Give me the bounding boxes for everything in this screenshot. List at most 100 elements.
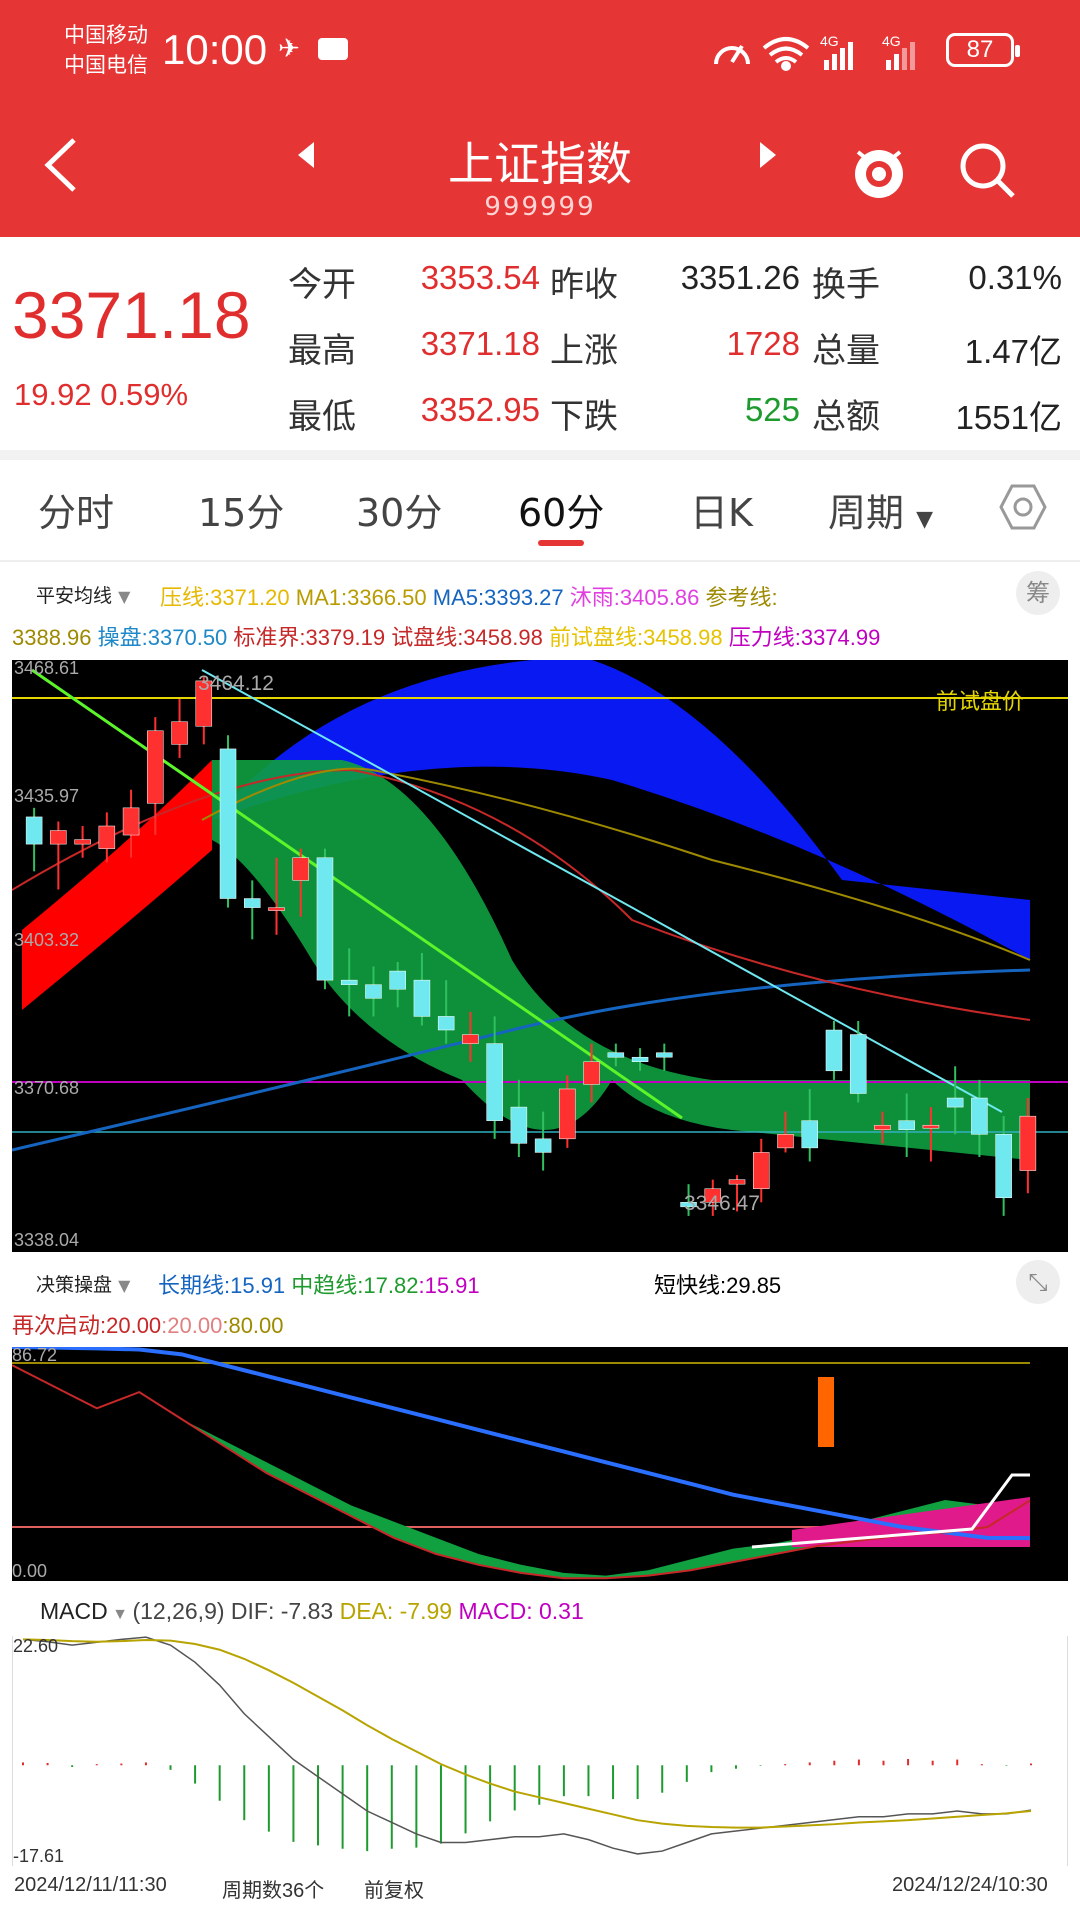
- decision-lines-group: [12, 1347, 1031, 1580]
- decision-indicator-selector[interactable]: 决策操盘 ▼: [36, 1270, 130, 1297]
- y-label-4: 3370.68: [14, 1078, 80, 1098]
- macd-name: MACD: [40, 1598, 108, 1624]
- tab-15min[interactable]: 15分: [198, 482, 284, 537]
- next-stock-button[interactable]: [756, 140, 780, 178]
- candle-body: [946, 1097, 964, 1108]
- macd-dea: DEA: -7.99: [339, 1598, 453, 1624]
- legend-restart-v3: :80.00: [222, 1313, 284, 1338]
- candle-body: [874, 1124, 891, 1131]
- svg-text:4G: 4G: [820, 33, 839, 49]
- y-label-top: 3468.61: [14, 658, 80, 678]
- candle-body: [583, 1061, 600, 1085]
- bottom-bar: 2024/12/11/11:30 周期数36个 前复权 2024/12/24/1…: [0, 1866, 1080, 1906]
- tab-30min[interactable]: 30分: [356, 482, 442, 537]
- macd-selector[interactable]: MACD ▼: [40, 1598, 132, 1624]
- candle-body: [728, 1179, 746, 1185]
- hexagon-settings-icon: [999, 484, 1047, 530]
- legend-prev-trial-line: 前试盘线:3458.98: [548, 625, 723, 650]
- app-badge-icon: [318, 38, 348, 60]
- chips-toggle-button[interactable]: 筹: [1016, 571, 1060, 615]
- candle-body: [1019, 1115, 1037, 1171]
- candle-body: [98, 825, 116, 849]
- label-turnover: 换手: [812, 265, 880, 305]
- app-header: 中国移动 中国电信 10:00 ✈ 4G 4G 87 上证指数 999999: [0, 0, 1080, 237]
- candle-body: [122, 807, 140, 836]
- value-decliners: 525: [744, 391, 800, 428]
- candle-body: [316, 857, 334, 981]
- candle-body: [171, 721, 188, 745]
- candle-body: [268, 907, 285, 911]
- adjust-mode[interactable]: 前复权: [364, 1874, 424, 1903]
- candle-body: [825, 1029, 843, 1072]
- tab-timeshare[interactable]: 分时: [38, 482, 114, 537]
- label-high: 最高: [288, 331, 356, 371]
- range-end: 2024/12/24/10:30: [892, 1874, 1048, 1896]
- decision-legend-row1: 长期线:15.91 中趋线:17.82:15.91: [158, 1268, 480, 1300]
- main-indicator-selector[interactable]: 平安均线 ▼: [36, 581, 130, 608]
- value-high: 3371.18: [420, 325, 540, 362]
- long-line: [12, 1347, 1031, 1541]
- value-advancers: 1728: [726, 325, 800, 362]
- label-advancers: 上涨: [550, 331, 618, 371]
- candle-body: [50, 830, 67, 845]
- candle-body: [607, 1052, 625, 1058]
- decision-legend-row2: 再次启动:20.00:20.00:80.00: [12, 1308, 284, 1340]
- legend-trial-line: 试盘线:3458.98: [391, 625, 543, 650]
- stock-code: 999999: [484, 192, 596, 222]
- legend-ma5: MA5:3393.27: [432, 585, 564, 610]
- signal-4g-icon-1: 4G: [820, 33, 853, 70]
- prev-trial-price-label: 前试盘价: [936, 689, 1025, 714]
- y-label-3: 3403.32: [14, 930, 80, 950]
- mascot-button[interactable]: [848, 140, 910, 202]
- decision-chart[interactable]: 86.72 0.00: [12, 1345, 1068, 1581]
- candle-body: [534, 1138, 552, 1153]
- page-title: 上证指数: [448, 137, 632, 191]
- price-change: 19.92 0.59%: [14, 377, 189, 412]
- range-start: 2024/12/11/11:30: [14, 1874, 167, 1896]
- main-indicator-name: 平安均线: [36, 585, 113, 607]
- tab-60min[interactable]: 60分: [518, 482, 604, 537]
- value-amount: 1551亿: [955, 399, 1062, 436]
- kline-chart[interactable]: 3468.61 3435.97 3403.32 3370.68 3338.04 …: [12, 658, 1068, 1252]
- high-price-label: 3464.12: [198, 672, 274, 695]
- macd-chart[interactable]: 22.60 -17.61: [12, 1636, 1068, 1866]
- legend-long-line: 长期线:15.91: [158, 1273, 286, 1298]
- period-count: 周期数36个: [222, 1880, 325, 1902]
- search-button[interactable]: [955, 138, 1019, 202]
- candle-body: [801, 1120, 818, 1149]
- legend-standard-boundary: 标准界:3379.19: [233, 625, 386, 650]
- carrier-2: 中国电信: [64, 53, 148, 77]
- tab-active-underline: [538, 540, 584, 546]
- wifi-icon: [762, 37, 810, 71]
- last-price: 3371.18: [12, 278, 251, 352]
- settings-button[interactable]: [998, 482, 1048, 532]
- decision-svg: [12, 1347, 1031, 1580]
- candle-body: [486, 1043, 503, 1121]
- mascot-icon: [855, 150, 903, 198]
- label-decliners: 下跌: [550, 397, 618, 437]
- candle-body: [25, 816, 43, 845]
- tab-period-label: 周期: [828, 491, 905, 535]
- quote-panel: 3371.18 19.92 0.59% 今开 3353.54 昨收 3351.2…: [0, 237, 1080, 450]
- tab-daily-k[interactable]: 日K: [690, 482, 753, 537]
- candle-body: [971, 1097, 988, 1135]
- macd-y-bottom: -17.61: [13, 1846, 65, 1866]
- macd-dif: DIF: -7.83: [230, 1598, 334, 1624]
- caret-down-icon: ▼: [118, 1276, 131, 1295]
- dec-y-bottom: 0.00: [12, 1561, 48, 1581]
- candle-body: [631, 1056, 649, 1063]
- divider: [0, 450, 1080, 460]
- kline-svg: [12, 660, 1068, 1216]
- macd-svg: [22, 1636, 1032, 1855]
- label-volume: 总量: [812, 331, 880, 371]
- label-prev-close: 昨收: [550, 265, 618, 305]
- candle-body: [898, 1120, 915, 1131]
- label-low: 最低: [288, 397, 356, 437]
- expand-button[interactable]: ⤡: [1016, 1260, 1060, 1304]
- legend-restart-v2: :20.00: [161, 1313, 223, 1338]
- dec-y-top: 86.72: [12, 1345, 58, 1365]
- tab-period[interactable]: 周期 ▼: [828, 482, 933, 537]
- legend-mid-line: 中趋线:17.82: [291, 1273, 419, 1298]
- caret-down-icon: ▼: [916, 507, 934, 532]
- candle-body: [244, 898, 261, 908]
